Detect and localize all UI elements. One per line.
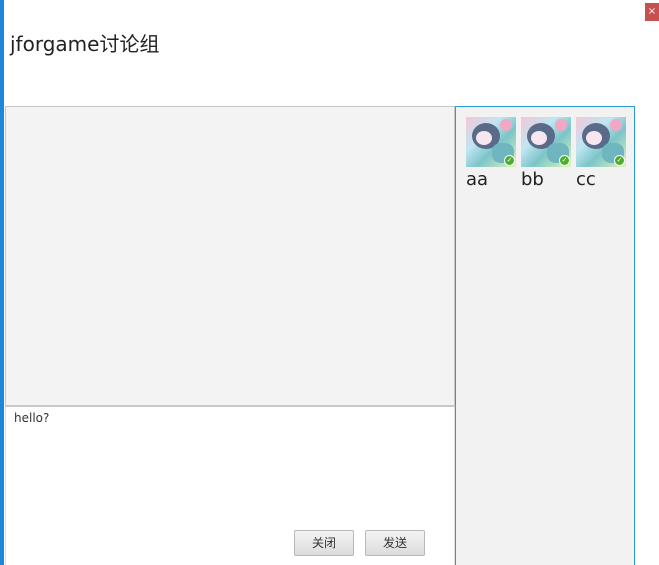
member-name: bb <box>521 169 544 190</box>
online-status-icon: ✓ <box>559 155 570 166</box>
online-status-icon: ✓ <box>614 155 625 166</box>
member-avatar[interactable]: ✓ <box>521 117 571 167</box>
member-item-aa[interactable]: ✓ aa <box>466 117 518 190</box>
window-title: jforgame讨论组 <box>10 32 160 56</box>
chat-window: × jforgame讨论组 hello? 关闭 发送 ✓ aa ✓ bb ✓ c… <box>0 0 659 565</box>
online-status-icon: ✓ <box>504 155 515 166</box>
message-history-area[interactable] <box>5 106 455 406</box>
member-item-cc[interactable]: ✓ cc <box>576 117 628 190</box>
member-name: aa <box>466 169 489 190</box>
close-button[interactable]: 关闭 <box>294 530 354 556</box>
member-avatar[interactable]: ✓ <box>466 117 516 167</box>
member-name: cc <box>576 169 596 190</box>
window-close-button[interactable]: × <box>645 3 659 21</box>
message-input-text[interactable]: hello? <box>14 411 49 425</box>
member-avatar[interactable]: ✓ <box>576 117 626 167</box>
window-accent-bar <box>0 0 4 565</box>
send-button[interactable]: 发送 <box>365 530 425 556</box>
member-list-panel: ✓ aa ✓ bb ✓ cc <box>455 106 635 565</box>
member-item-bb[interactable]: ✓ bb <box>521 117 573 190</box>
